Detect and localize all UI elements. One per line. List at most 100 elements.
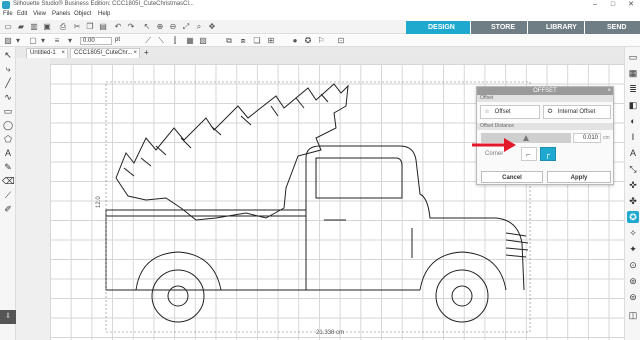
mirror-icon[interactable]: ⊞ bbox=[266, 36, 276, 46]
fill-color-icon[interactable]: ▨ bbox=[3, 36, 13, 46]
add-tab-icon[interactable]: + bbox=[144, 48, 149, 57]
tab-store[interactable]: STORE bbox=[471, 21, 527, 34]
annotation-arrow bbox=[472, 138, 516, 152]
tab-design-label: DESIGN bbox=[428, 24, 455, 31]
eyedropper-tool-icon[interactable]: ✐ bbox=[2, 203, 14, 215]
doc-tab-untitled[interactable]: Untitled-1 × bbox=[26, 48, 68, 58]
panel-close-icon[interactable]: × bbox=[607, 87, 611, 95]
redo-icon[interactable]: ↷ bbox=[126, 22, 136, 32]
curve-tool-icon[interactable]: ∿ bbox=[2, 91, 14, 103]
line-tool-icon[interactable]: ╱ bbox=[2, 77, 14, 89]
knife-icon[interactable]: ⟍ bbox=[156, 36, 166, 46]
line-width-input[interactable]: 0.00 bbox=[80, 37, 112, 45]
menu-panels[interactable]: Panels bbox=[52, 11, 70, 17]
replicate-panel-icon[interactable]: ✜ bbox=[627, 179, 639, 191]
replicate-icon[interactable]: ● bbox=[290, 36, 300, 46]
grid-icon[interactable]: ▦ bbox=[627, 67, 639, 79]
undo-icon[interactable]: ↶ bbox=[113, 22, 123, 32]
cut-icon[interactable]: ✂ bbox=[72, 22, 82, 32]
offset-button[interactable]: ☆ Offset bbox=[480, 105, 540, 119]
document-tabs: Untitled-1 × CCC1805I_CuteChr... × + bbox=[16, 47, 626, 58]
new-file-icon[interactable]: ▭ bbox=[3, 22, 13, 32]
doc-tab-untitled-label: Untitled-1 bbox=[30, 50, 56, 56]
line-style-icon[interactable]: ≡ bbox=[52, 36, 62, 46]
line-panel-icon[interactable]: ◐ bbox=[627, 115, 639, 127]
sketch-icon[interactable]: Ⅰ bbox=[627, 131, 639, 143]
pan-icon[interactable]: ✥ bbox=[207, 22, 217, 32]
offset-panel-icon[interactable]: ✪ bbox=[627, 211, 639, 223]
slider-handle-icon[interactable] bbox=[523, 135, 529, 141]
menu-help[interactable]: Help bbox=[98, 11, 110, 17]
fit-page-icon[interactable]: ⤢ bbox=[181, 22, 191, 32]
zoom-in-icon[interactable]: ⊕ bbox=[155, 22, 165, 32]
close-button[interactable]: ✕ bbox=[622, 0, 640, 10]
open-folder-icon[interactable]: ▰ bbox=[16, 22, 26, 32]
library-icon[interactable]: ▥ bbox=[29, 22, 39, 32]
layers-icon[interactable]: ≣ bbox=[627, 83, 639, 95]
tab-design[interactable]: DESIGN bbox=[406, 21, 470, 34]
apply-button[interactable]: Apply bbox=[547, 171, 611, 183]
align-icon[interactable]: ⫿ bbox=[170, 36, 180, 46]
zoom-select-icon[interactable]: ⊡ bbox=[336, 36, 346, 46]
page-setup-icon[interactable]: ▭ bbox=[627, 51, 639, 63]
maximize-button[interactable]: □ bbox=[604, 0, 622, 10]
text-tool-icon[interactable]: A bbox=[2, 147, 14, 159]
store-panel-icon[interactable]: ⊜ bbox=[627, 291, 639, 303]
menu-object[interactable]: Object bbox=[74, 11, 91, 17]
offset-star-icon: ☆ bbox=[484, 109, 490, 115]
internal-offset-button[interactable]: ✪ Internal Offset bbox=[543, 105, 611, 119]
ungroup-icon[interactable]: ▧ bbox=[198, 36, 208, 46]
zoom-drag-icon[interactable]: ⌕ bbox=[194, 22, 204, 32]
pointer-icon[interactable]: ↖ bbox=[142, 22, 152, 32]
internal-offset-star-icon: ✪ bbox=[547, 109, 553, 115]
menu-view[interactable]: View bbox=[33, 11, 46, 17]
paste-icon[interactable]: ▤ bbox=[98, 22, 108, 32]
group-icon[interactable]: ▦ bbox=[185, 36, 195, 46]
dropdown-icon-3[interactable]: ▾ bbox=[65, 36, 75, 46]
doc-tab-christmas[interactable]: CCC1805I_CuteChr... × bbox=[70, 48, 140, 58]
make-compound-icon[interactable]: ⧉ bbox=[224, 36, 234, 46]
corner-sharp-button[interactable]: ⌐ bbox=[521, 147, 537, 161]
offset-icon[interactable]: ✪ bbox=[303, 36, 313, 46]
menu-edit[interactable]: Edit bbox=[17, 11, 27, 17]
trace-icon[interactable]: ⚐ bbox=[316, 36, 326, 46]
tab-library[interactable]: LIBRARY bbox=[528, 21, 584, 34]
send-to-back-icon[interactable]: ⇩ bbox=[0, 310, 16, 324]
close-icon-2[interactable]: × bbox=[133, 49, 137, 58]
print-icon[interactable]: ⎙ bbox=[58, 22, 68, 32]
menu-file[interactable]: File bbox=[3, 11, 13, 17]
minimize-button[interactable]: – bbox=[586, 0, 604, 10]
select-tool-icon[interactable]: ↖ bbox=[2, 49, 14, 61]
close-icon[interactable]: × bbox=[61, 49, 65, 58]
dropdown-icon-2[interactable]: ▾ bbox=[38, 36, 48, 46]
tab-send[interactable]: SEND bbox=[585, 21, 640, 34]
knife-tool-icon[interactable]: ⟋ bbox=[2, 189, 14, 201]
transform-icon[interactable]: ⤡ bbox=[627, 163, 639, 175]
cancel-button[interactable]: Cancel bbox=[481, 171, 543, 183]
freehand-tool-icon[interactable]: ✎ bbox=[2, 161, 14, 173]
eraser-tool-icon[interactable]: ⌫ bbox=[2, 175, 15, 187]
dropdown-icon[interactable]: ▾ bbox=[13, 36, 23, 46]
duplicate-icon[interactable]: ❏ bbox=[252, 36, 262, 46]
ellipse-tool-icon[interactable]: ◯ bbox=[2, 119, 14, 131]
modify-icon[interactable]: ✤ bbox=[627, 195, 639, 207]
line-color-icon[interactable]: ▢ bbox=[28, 36, 38, 46]
polygon-tool-icon[interactable]: ⬠ bbox=[2, 133, 14, 145]
release-compound-icon[interactable]: ⧈ bbox=[238, 36, 248, 46]
text-style-icon[interactable]: A bbox=[627, 147, 639, 159]
library-panel-icon[interactable]: ⊚ bbox=[627, 275, 639, 287]
warp-icon[interactable]: ⊙ bbox=[627, 259, 639, 271]
corner-round-button[interactable]: ╭ bbox=[540, 147, 556, 161]
trace-panel-icon[interactable]: ✧ bbox=[627, 227, 639, 239]
fill-panel-icon[interactable]: ◧ bbox=[627, 99, 639, 111]
rhinestone-icon[interactable]: ✦ bbox=[627, 243, 639, 255]
panel-title: OFFSET bbox=[477, 87, 613, 95]
copy-icon[interactable]: ❐ bbox=[85, 22, 95, 32]
zoom-out-icon[interactable]: ⊖ bbox=[168, 22, 178, 32]
history-icon[interactable]: ◫ bbox=[627, 309, 639, 321]
save-icon[interactable]: ▣ bbox=[42, 22, 52, 32]
rectangle-tool-icon[interactable]: ▭ bbox=[2, 105, 14, 117]
offset-distance-input[interactable]: 0.010 bbox=[573, 133, 601, 143]
point-edit-icon[interactable]: ⤷ bbox=[2, 63, 14, 75]
draw-line-icon[interactable]: ⟋ bbox=[143, 36, 153, 46]
